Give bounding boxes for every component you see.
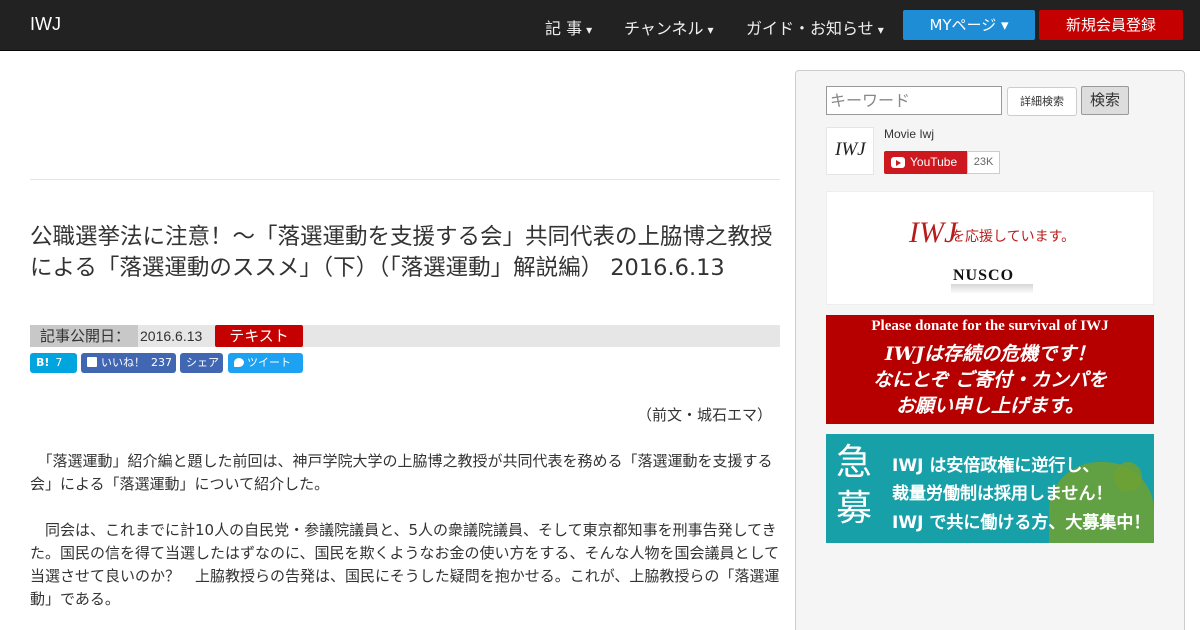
recruit-char: 急	[836, 442, 873, 483]
advanced-search-button[interactable]: 詳細検索	[1007, 87, 1077, 116]
chevron-down-icon: ▾	[586, 23, 593, 37]
subscriber-count: 23K	[967, 151, 1000, 174]
thumbs-up-icon	[87, 357, 97, 367]
youtube-subscribe-button[interactable]: YouTube	[884, 151, 967, 174]
publish-date: 2016.6.13	[140, 328, 203, 344]
donate-line: なにとぞ ご寄付・カンパを	[872, 369, 1108, 391]
twitter-bird-icon	[234, 358, 244, 367]
recruit-line: IWJ は安倍政権に逆行し、	[892, 456, 1100, 476]
nav-articles-label: 記 事	[545, 19, 583, 38]
ad-space	[30, 70, 780, 180]
channel-name[interactable]: Movie Iwj	[884, 127, 934, 141]
nav-channels[interactable]: チャンネル ▾	[624, 15, 714, 39]
tweet-label: ツイート	[247, 356, 291, 369]
recruit-headline: 急 募	[836, 440, 872, 532]
category-badge[interactable]: テキスト	[215, 325, 303, 347]
recruit-line: IWJ で共に働ける方、大募集中！	[892, 513, 1151, 533]
sponsor-text: を応援しています。	[951, 229, 1076, 245]
nav-articles[interactable]: 記 事 ▾	[545, 15, 592, 39]
chevron-down-icon: ▾	[707, 23, 714, 37]
hatena-icon: B!	[36, 356, 50, 369]
youtube-button-label: YouTube	[910, 155, 958, 169]
search-input[interactable]	[826, 86, 1002, 115]
mypage-button[interactable]: MYページ ▾	[903, 10, 1035, 40]
recruit-line: 裁量労働制は採用しません！	[892, 484, 1113, 504]
nusco-logo-reflection	[951, 284, 1033, 294]
worker-silhouette-head	[1114, 462, 1142, 492]
top-navbar: IWJ 記 事 ▾ チャンネル ▾ ガイド・お知らせ ▾ MYページ ▾ 新規会員登録	[0, 0, 1200, 51]
donate-japanese-text: IWJは存続の危機です！ なにとぞ ご寄付・カンパを お願い申し上げます。	[826, 341, 1154, 419]
donate-line: IWJは存続の危機です！	[884, 343, 1096, 365]
recruit-banner[interactable]: 急 募 IWJ は安倍政権に逆行し、 裁量労働制は採用しません！ IWJ で共に…	[826, 434, 1154, 543]
nav-guide[interactable]: ガイド・お知らせ ▾	[746, 15, 884, 39]
article-paragraph: 「落選運動」紹介編と題した前回は、神戸学院大学の上脇博之教授が共同代表を務める「…	[30, 452, 773, 493]
facebook-share-button[interactable]: シェア	[180, 353, 223, 373]
channel-logo-text: IWJ	[835, 139, 866, 160]
article-title: 公職選挙法に注意！～「落選運動を支援する会」共同代表の上脇博之教授による「落選運…	[30, 224, 773, 281]
article-meta-bar: 記事公開日： 2016.6.13 テキスト	[30, 325, 780, 347]
hatena-bookmark-button[interactable]: B! 7	[30, 353, 77, 373]
register-button[interactable]: 新規会員登録	[1039, 10, 1183, 40]
donate-banner[interactable]: Please donate for the survival of IWJ IW…	[826, 315, 1154, 424]
donate-line: お願い申し上げます。	[895, 395, 1085, 417]
channel-avatar[interactable]: IWJ	[826, 127, 874, 175]
facebook-like-button[interactable]: いいね！ 237	[81, 353, 176, 373]
chevron-down-icon: ▾	[877, 23, 884, 37]
nusco-logo: NUSCO	[953, 267, 1015, 284]
youtube-play-icon	[891, 157, 905, 168]
nav-guide-label: ガイド・お知らせ	[746, 19, 874, 38]
like-label: いいね！	[101, 356, 145, 369]
publish-date-label: 記事公開日：	[30, 325, 138, 347]
search-button[interactable]: 検索	[1081, 86, 1129, 115]
article-paragraph: 同会は、これまでに計10人の自民党・参議院議員と、5人の衆議院議員、そして東京都…	[30, 521, 780, 608]
like-count: 237	[151, 356, 172, 369]
brand-logo[interactable]: IWJ	[30, 14, 61, 35]
nav-channels-label: チャンネル	[624, 19, 704, 38]
hatena-count: 7	[55, 356, 63, 369]
tweet-button[interactable]: ツイート	[228, 353, 303, 373]
article-byline: （前文・城石エマ）	[636, 406, 772, 424]
donate-english-text: Please donate for the survival of IWJ	[871, 318, 1109, 334]
recruit-char: 募	[836, 488, 873, 529]
nusco-sponsor-banner[interactable]: IWJ を応援しています。 NUSCO	[826, 191, 1154, 305]
